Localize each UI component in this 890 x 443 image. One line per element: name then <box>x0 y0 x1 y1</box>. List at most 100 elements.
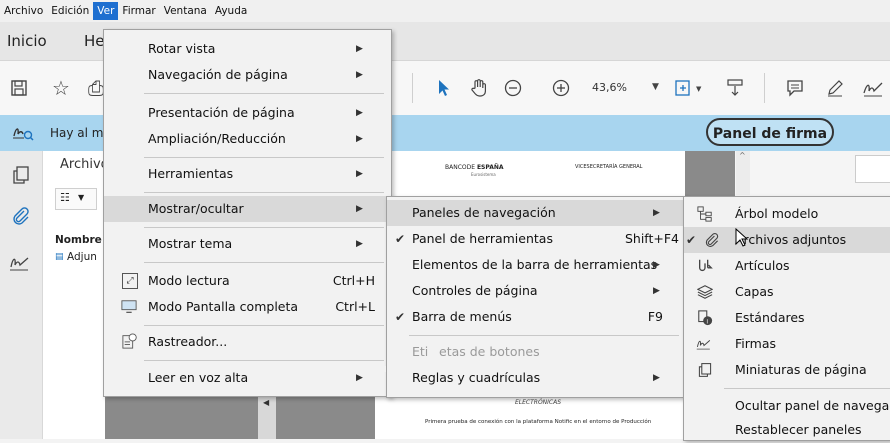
menu-item-modo-lectura[interactable]: ⤢ Modo lectura Ctrl+H <box>104 268 391 294</box>
menu-ventana[interactable]: Ventana <box>160 2 211 20</box>
menu-item-controles-pagina[interactable]: Controles de página ▶ <box>387 278 685 304</box>
menu-item-ocultar-panel[interactable]: Ocultar panel de navegació <box>684 393 890 419</box>
save-icon[interactable] <box>6 75 32 101</box>
attachments-panel: Archivo ☷ ▼ Nombre ▤ Adjun <box>43 151 109 439</box>
ver-menu: Rotar vista ▶ Navegación de página ▶ Pre… <box>103 29 392 397</box>
select-arrow-icon[interactable] <box>431 75 457 101</box>
column-header-nombre[interactable]: Nombre <box>55 234 102 246</box>
menu-item-archivos-adjuntos[interactable]: ✔ Archivos adjuntos <box>684 227 890 253</box>
attachment-row[interactable]: Adjun <box>67 251 97 263</box>
menu-item-panel-herramientas[interactable]: ✔ Panel de herramientas Shift+F4 <box>387 226 685 252</box>
menu-item-paneles-navegacion[interactable]: Paneles de navegación ▶ <box>387 200 685 226</box>
menu-separator <box>144 157 384 158</box>
layers-icon <box>697 284 713 300</box>
chevron-down-icon: ▼ <box>78 193 85 202</box>
mostrar-ocultar-submenu: Paneles de navegación ▶ ✔ Panel de herra… <box>386 196 686 398</box>
menu-separator <box>144 227 384 228</box>
panel-firma-button[interactable]: Panel de firma <box>706 118 834 146</box>
zoom-out-icon[interactable] <box>500 75 526 101</box>
menu-ver[interactable]: Ver <box>93 2 119 20</box>
notice-text: Hay al m <box>50 126 104 140</box>
menu-separator <box>144 192 384 193</box>
menu-archivo[interactable]: Archivo <box>0 2 47 20</box>
panel-title: Archivo <box>60 157 109 172</box>
paperclip-icon[interactable] <box>11 206 31 229</box>
standards-icon: i <box>697 310 713 326</box>
doc-vertical-scroll[interactable]: ^ <box>736 151 750 195</box>
menu-item-mostrar-tema[interactable]: Mostrar tema ▶ <box>104 231 391 257</box>
doc-line-2: Primera prueba de conexión con la plataf… <box>425 419 652 425</box>
menu-ayuda[interactable]: Ayuda <box>211 2 251 20</box>
menu-item-articulos[interactable]: Artículos <box>684 253 890 279</box>
menu-separator <box>144 325 384 326</box>
reading-mode-icon: ⤢ <box>122 273 138 289</box>
submenu-arrow-icon: ▶ <box>356 108 363 118</box>
print-icon[interactable]: ⎙ <box>88 75 104 101</box>
signature-icon[interactable] <box>9 254 31 275</box>
doc-line-1: ELECTRÓNICAS <box>515 399 562 406</box>
submenu-arrow-icon: ▶ <box>653 208 660 218</box>
submenu-arrow-icon: ▶ <box>356 44 363 54</box>
zoom-level[interactable]: 43,6% <box>592 81 627 94</box>
tab-inicio[interactable]: Inicio <box>7 32 47 50</box>
list-options-icon: ☷ <box>60 191 70 204</box>
doc-header-right: VICESECRETARÍA GENERAL <box>575 164 643 170</box>
tab-herramientas[interactable]: He <box>84 32 105 50</box>
checkmark-icon: ✔ <box>686 233 697 247</box>
doc-horizontal-scroll[interactable]: ◀ <box>258 395 276 439</box>
menu-separator <box>144 360 384 361</box>
right-pane-input[interactable] <box>855 155 890 183</box>
menu-item-presentacion-pagina[interactable]: Presentación de página ▶ <box>104 100 391 126</box>
doc-header-left: BANCODE ESPAÑA <box>445 164 504 171</box>
scroll-mode-icon[interactable] <box>722 75 748 101</box>
toolbar-separator <box>764 73 765 103</box>
menu-item-elementos-barra[interactable]: Elementos de la barra de herramientas ▶ <box>387 252 685 278</box>
sign-icon[interactable] <box>860 75 886 101</box>
zoom-dropdown-icon[interactable]: ▼ <box>652 82 659 92</box>
menu-item-etiquetas-botones: Eti etas de botones <box>412 344 540 359</box>
menu-item-navegacion-pagina[interactable]: Navegación de página ▶ <box>104 62 391 88</box>
submenu-arrow-icon: ▶ <box>356 134 363 144</box>
comment-icon[interactable] <box>782 75 808 101</box>
monitor-icon <box>121 299 137 315</box>
menu-item-mostrar-ocultar[interactable]: Mostrar/ocultar ▶ <box>104 196 391 222</box>
signature-notice-icon <box>12 124 34 145</box>
menu-item-capas[interactable]: Capas <box>684 279 890 305</box>
submenu-arrow-icon: ▶ <box>653 373 660 383</box>
hand-icon[interactable] <box>466 75 492 101</box>
fit-page-icon[interactable] <box>670 75 696 101</box>
zoom-in-icon[interactable] <box>548 75 574 101</box>
pen-icon[interactable] <box>822 75 848 101</box>
menu-item-estandares[interactable]: i Estándares <box>684 305 890 331</box>
menu-item-rotar-vista[interactable]: Rotar vista ▶ <box>104 36 391 62</box>
submenu-arrow-icon: ▶ <box>356 70 363 80</box>
menu-bar: Archivo Edición Ver Firmar Ventana Ayuda <box>0 0 890 22</box>
options-dropdown[interactable]: ☷ ▼ <box>55 188 97 210</box>
submenu-arrow-icon: ▶ <box>356 239 363 249</box>
scroll-left-icon[interactable]: ◀ <box>263 398 269 407</box>
menu-item-firmas[interactable]: Firmas <box>684 331 890 357</box>
menu-firmar[interactable]: Firmar <box>118 2 159 20</box>
checkmark-icon: ✔ <box>395 232 406 246</box>
page-copy-icon[interactable] <box>11 165 31 188</box>
menu-item-arbol-modelo[interactable]: Árbol modelo <box>684 201 890 227</box>
menu-item-restablecer-paneles[interactable]: Restablecer paneles <box>684 417 890 443</box>
toolbar-separator <box>412 73 413 103</box>
menu-item-reglas-cuadriculas[interactable]: Reglas y cuadrículas ▶ <box>387 365 685 391</box>
menu-separator <box>409 335 679 336</box>
star-icon[interactable]: ☆ <box>48 75 74 101</box>
thumbnails-icon <box>697 362 713 378</box>
menu-overlap <box>278 366 386 372</box>
scroll-up-icon[interactable]: ^ <box>739 151 746 160</box>
menu-separator <box>724 388 890 389</box>
menu-item-miniaturas[interactable]: Miniaturas de página <box>684 357 890 383</box>
menu-edicion[interactable]: Edición <box>47 2 93 20</box>
menu-item-rastreador[interactable]: Rastreador... <box>104 329 391 355</box>
menu-item-pantalla-completa[interactable]: Modo Pantalla completa Ctrl+L <box>104 294 391 320</box>
menu-item-ampliacion-reduccion[interactable]: Ampliación/Reducción ▶ <box>104 126 391 152</box>
fit-dropdown-icon[interactable]: ▼ <box>696 85 701 93</box>
menu-item-barra-menus[interactable]: ✔ Barra de menús F9 <box>387 304 685 330</box>
submenu-arrow-icon: ▶ <box>356 204 363 214</box>
mouse-cursor-icon <box>735 227 749 251</box>
menu-item-herramientas[interactable]: Herramientas ▶ <box>104 161 391 187</box>
